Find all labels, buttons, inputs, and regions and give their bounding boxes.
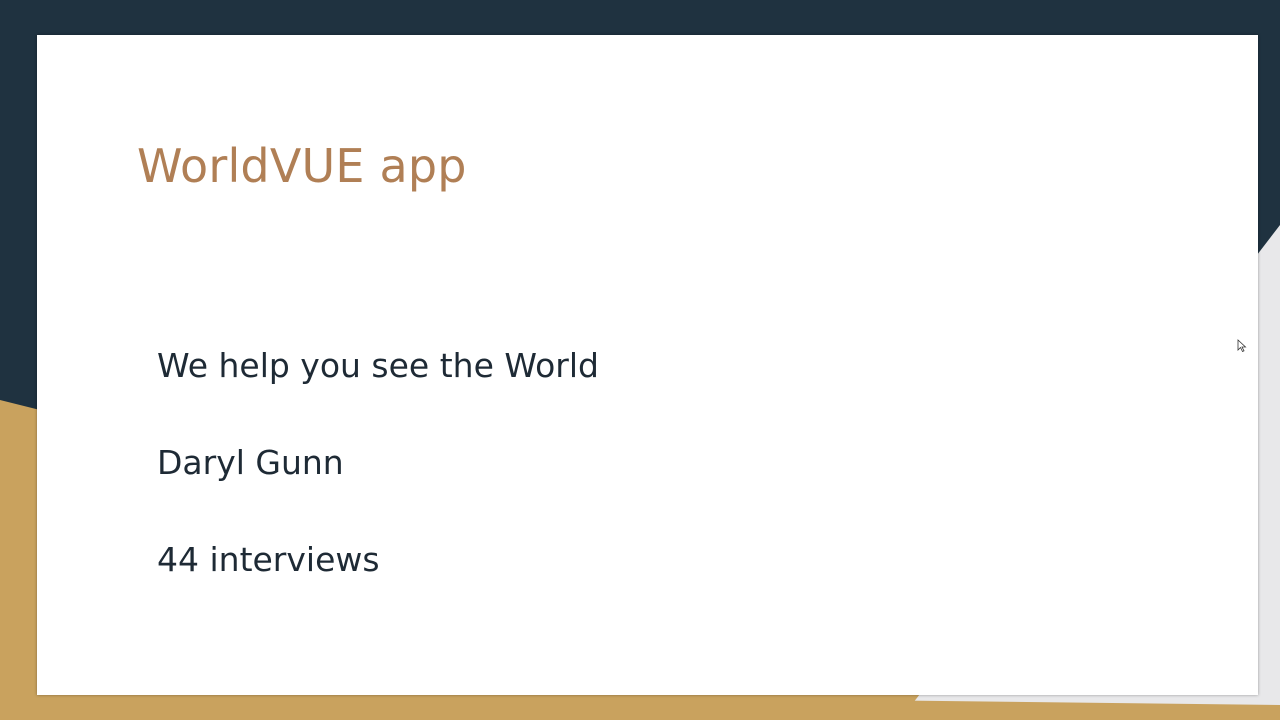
presentation-viewer: WorldVUE app We help you see the World D… <box>0 0 1280 720</box>
tagline-text: We help you see the World <box>157 346 599 385</box>
interview-count: 44 interviews <box>157 540 380 579</box>
presenter-name: Daryl Gunn <box>157 443 344 482</box>
slide-canvas: WorldVUE app We help you see the World D… <box>37 35 1258 695</box>
slide-body: We help you see the World Daryl Gunn 44 … <box>157 343 1057 634</box>
mouse-pointer-icon <box>1237 339 1247 353</box>
slide-title: WorldVUE app <box>137 139 467 193</box>
